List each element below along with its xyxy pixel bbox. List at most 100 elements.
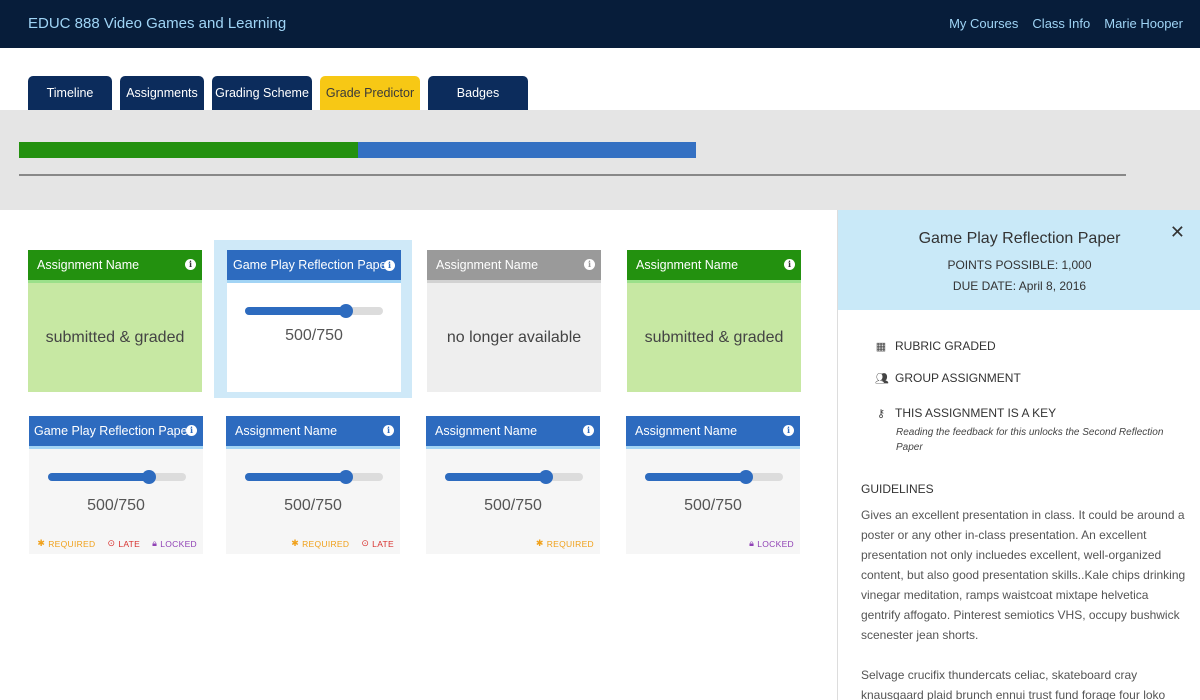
assignment-detail-panel: Game Play Reflection Paper POINTS POSSIB… — [837, 210, 1200, 700]
card-title: Assignment Name — [235, 424, 338, 438]
card-flags: 🔒︎ LOCKED — [749, 538, 794, 549]
property-group-assignment: 👥︎ GROUP ASSIGNMENT — [875, 371, 1021, 385]
grade-slider[interactable] — [445, 470, 583, 484]
card-body: 500/750 ✱ REQUIRED ⊙ LATE 🔒︎ LOCKED — [29, 449, 203, 554]
locked-flag: 🔒︎ LOCKED — [749, 538, 794, 549]
lock-icon: 🔒︎ — [152, 538, 158, 548]
assignment-card-selected[interactable]: Game Play Reflection Paper i 500/750 — [227, 250, 401, 392]
key-note: Reading the feedback for this unlocks th… — [896, 427, 1164, 453]
course-title[interactable]: EDUC 888 Video Games and Learning — [28, 15, 286, 32]
required-flag: ✱ REQUIRED — [291, 538, 349, 549]
late-flag: ⊙ LATE — [361, 538, 394, 549]
card-title: Assignment Name — [37, 258, 140, 272]
slider-handle[interactable] — [738, 470, 753, 484]
slider-handle[interactable] — [538, 470, 553, 484]
card-title: Game Play Reflection Paper — [34, 424, 192, 438]
assignment-card[interactable]: Assignment Name i submitted & graded — [627, 250, 801, 392]
assignment-card[interactable]: Assignment Name i 500/750 🔒︎ LOCKED — [626, 416, 800, 554]
score-text: 500/750 — [684, 497, 742, 514]
slider-handle[interactable] — [338, 304, 353, 318]
card-status: submitted & graded — [28, 283, 202, 392]
clock-icon: ⊙ — [361, 538, 370, 548]
card-status: no longer available — [427, 283, 601, 392]
flag-label: LATE — [372, 538, 394, 549]
slider-fill — [245, 473, 346, 481]
info-icon[interactable]: i — [784, 259, 795, 270]
predicted-points-bar — [357, 142, 697, 158]
close-icon[interactable]: ✕ — [1170, 222, 1185, 243]
flag-label: LOCKED — [757, 538, 794, 549]
card-flags: ✱ REQUIRED ⊙ LATE 🔒︎ LOCKED — [37, 538, 197, 549]
top-nav: My Courses Class Info Marie Hooper — [949, 16, 1183, 31]
property-label: GROUP ASSIGNMENT — [895, 371, 1021, 385]
card-body: 500/750 ✱ REQUIRED ⊙ LATE — [226, 449, 400, 554]
score-text: 500/750 — [284, 497, 342, 514]
card-body: 500/750 🔒︎ LOCKED — [626, 449, 800, 554]
flag-label: REQUIRED — [546, 538, 594, 549]
score-text: 500/750 — [87, 497, 145, 514]
card-header: Assignment Name i — [627, 250, 801, 283]
asterisk-icon: ✱ — [37, 538, 46, 548]
top-bar: EDUC 888 Video Games and Learning My Cou… — [0, 0, 1200, 48]
due-value: April 8, 2016 — [1018, 279, 1087, 293]
assignment-card[interactable]: Assignment Name i submitted & graded — [28, 250, 202, 392]
card-header: Assignment Name i — [427, 250, 601, 283]
tab-grading-scheme[interactable]: Grading Scheme — [212, 76, 312, 110]
tab-assignments[interactable]: Assignments — [120, 76, 204, 110]
assignment-card[interactable]: Assignment Name i 500/750 ✱ REQUIRED ⊙ LAT… — [226, 416, 400, 554]
card-body: 500/750 — [227, 283, 401, 392]
score-text: 500/750 — [285, 327, 343, 344]
total-points-line — [19, 174, 1126, 176]
grade-progress-area — [0, 110, 1200, 210]
grade-slider[interactable] — [245, 304, 383, 318]
assignment-card[interactable]: Assignment Name i no longer available — [427, 250, 601, 392]
tab-timeline[interactable]: Timeline — [28, 76, 112, 110]
card-title: Game Play Reflection Paper — [233, 258, 391, 272]
late-flag: ⊙ LATE — [107, 538, 140, 549]
guidelines-heading: GUIDELINES — [861, 482, 934, 496]
slider-handle[interactable] — [141, 470, 156, 484]
key-icon: ⚷ — [876, 407, 886, 420]
property-key-assignment: ⚷ THIS ASSIGNMENT IS A KEY — [875, 406, 1056, 420]
required-flag: ✱ REQUIRED — [37, 538, 95, 549]
grade-slider[interactable] — [645, 470, 783, 484]
card-body: 500/750 ✱ REQUIRED — [426, 449, 600, 554]
nav-class-info[interactable]: Class Info — [1032, 16, 1090, 31]
grid-icon: ▦ — [875, 340, 887, 353]
locked-flag: 🔒︎ LOCKED — [152, 538, 197, 549]
tab-badges[interactable]: Badges — [428, 76, 528, 110]
guidelines-text: Gives an excellent presentation in class… — [861, 508, 1186, 642]
slider-handle[interactable] — [338, 470, 353, 484]
flag-label: REQUIRED — [302, 538, 350, 549]
property-rubric-graded: ▦ RUBRIC GRADED — [875, 339, 996, 353]
info-icon[interactable]: i — [186, 425, 197, 436]
nav-user-name[interactable]: Marie Hooper — [1104, 16, 1183, 31]
card-header: Game Play Reflection Paper i — [227, 250, 401, 283]
flag-label: LATE — [118, 538, 141, 549]
slider-fill — [445, 473, 546, 481]
card-status: submitted & graded — [627, 283, 801, 392]
info-icon[interactable]: i — [384, 260, 395, 271]
panel-header: Game Play Reflection Paper POINTS POSSIB… — [838, 210, 1200, 310]
nav-my-courses[interactable]: My Courses — [949, 16, 1018, 31]
grade-slider[interactable] — [245, 470, 383, 484]
points-label: POINTS POSSIBLE: — [947, 258, 1059, 272]
card-header: Assignment Name i — [28, 250, 202, 283]
asterisk-icon: ✱ — [291, 538, 300, 548]
grade-slider[interactable] — [48, 470, 186, 484]
score-text: 500/750 — [484, 497, 542, 514]
info-icon[interactable]: i — [783, 425, 794, 436]
property-label: RUBRIC GRADED — [895, 339, 996, 353]
tab-grade-predictor[interactable]: Grade Predictor — [320, 76, 420, 110]
assignment-card[interactable]: Game Play Reflection Paper i 500/750 ✱ RE… — [29, 416, 203, 554]
lock-icon: 🔒︎ — [749, 538, 755, 548]
assignment-card[interactable]: Assignment Name i 500/750 ✱ REQUIRED — [426, 416, 600, 554]
card-header: Game Play Reflection Paper i — [29, 416, 203, 449]
info-icon[interactable]: i — [383, 425, 394, 436]
flag-label: LOCKED — [160, 538, 197, 549]
info-icon[interactable]: i — [584, 259, 595, 270]
card-flags: ✱ REQUIRED ⊙ LATE — [291, 538, 394, 549]
info-icon[interactable]: i — [583, 425, 594, 436]
due-date: DUE DATE: April 8, 2016 — [838, 279, 1200, 293]
info-icon[interactable]: i — [185, 259, 196, 270]
